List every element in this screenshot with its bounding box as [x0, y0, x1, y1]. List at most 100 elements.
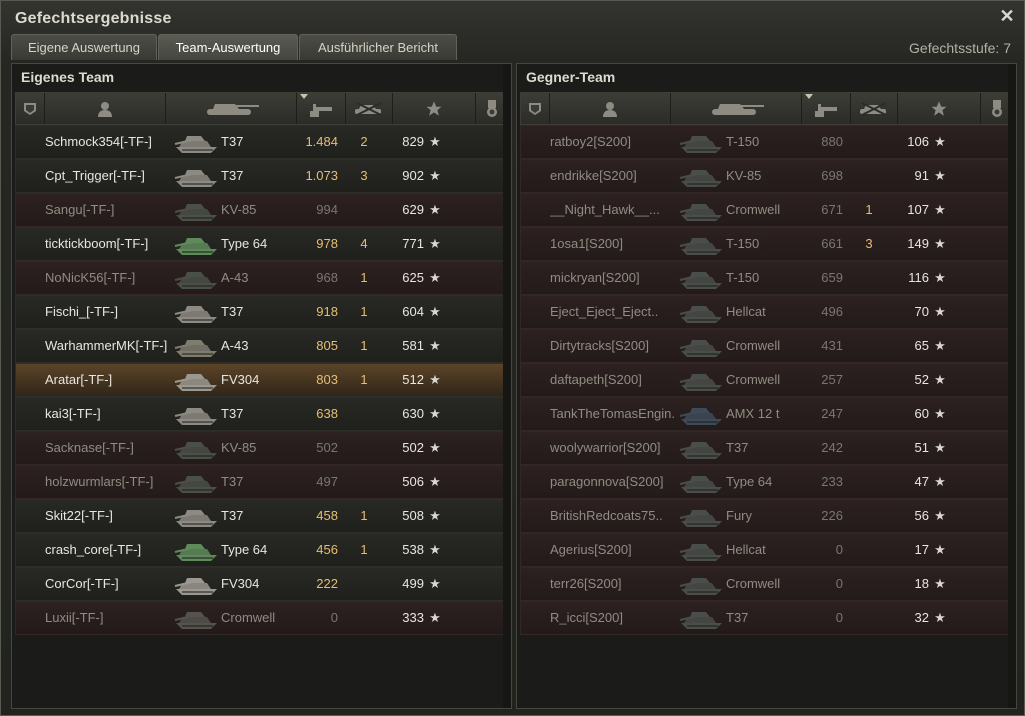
kills-value: 1	[360, 270, 368, 285]
damage-icon	[814, 101, 838, 117]
enemy-player-row[interactable]: endrikke[S200] KV-85 698 91 ★	[520, 159, 1014, 193]
xp-value: 17	[914, 542, 929, 557]
own-player-row[interactable]: Schmock354[-TF-] T37 1.484 2 829 ★	[15, 125, 509, 159]
column-header-player[interactable]	[550, 93, 671, 124]
tank-icon	[678, 264, 726, 292]
damage-value: 257	[821, 372, 843, 387]
tank-icon	[173, 468, 221, 496]
tab-team-auswertung[interactable]: Team-Auswertung	[158, 34, 298, 60]
own-player-row[interactable]: Aratar[-TF-] FV304 803 1 512 ★	[15, 363, 509, 397]
column-header-squad[interactable]	[521, 93, 550, 124]
xp-star-icon: ★	[934, 406, 946, 421]
own-player-row[interactable]: Sangu[-TF-] KV-85 994 629 ★	[15, 193, 509, 227]
player-name: Sacknase[-TF-]	[45, 440, 134, 455]
kills-value	[859, 568, 879, 600]
enemy-player-row[interactable]: R_icci[S200] T37 0 32 ★	[520, 601, 1014, 635]
enemy-player-row[interactable]: paragonnova[S200] Type 64 233 47 ★	[520, 465, 1014, 499]
kills-value: 1	[865, 202, 873, 217]
column-header-xp-star[interactable]	[898, 93, 981, 124]
tank-icon	[678, 570, 726, 598]
player-name: woolywarrior[S200]	[550, 440, 661, 455]
own-team-scrollbar[interactable]	[503, 64, 511, 708]
player-name: R_icci[S200]	[550, 610, 623, 625]
own-player-row[interactable]: Cpt_Trigger[-TF-] T37 1.073 3 902 ★	[15, 159, 509, 193]
squad-icon	[23, 102, 37, 116]
damage-value: 456	[316, 542, 338, 557]
player-name: Skit22[-TF-]	[45, 508, 113, 523]
player-name: ticktickboom[-TF-]	[45, 236, 149, 251]
player-name: paragonnova[S200]	[550, 474, 664, 489]
xp-star-icon: ★	[934, 304, 946, 319]
xp-star-icon	[425, 100, 443, 118]
xp-star-icon: ★	[934, 372, 946, 387]
column-header-squad[interactable]	[16, 93, 45, 124]
tank-icon	[678, 162, 726, 190]
own-player-row[interactable]: Luxii[-TF-] Cromwell 0 333 ★	[15, 601, 509, 635]
enemy-player-row[interactable]: BritishRedcoats75.. Fury 226 56 ★	[520, 499, 1014, 533]
own-player-row[interactable]: CorCor[-TF-] FV304 222 499 ★	[15, 567, 509, 601]
enemy-player-row[interactable]: daftapeth[S200] Cromwell 257 52 ★	[520, 363, 1014, 397]
tab-ausfuehrlicher-bericht[interactable]: Ausführlicher Bericht	[299, 34, 457, 60]
own-player-row[interactable]: NoNicK56[-TF-] A-43 968 1 625 ★	[15, 261, 509, 295]
enemy-player-row[interactable]: terr26[S200] Cromwell 0 18 ★	[520, 567, 1014, 601]
own-player-row[interactable]: ticktickboom[-TF-] Type 64 978 4 771 ★	[15, 227, 509, 261]
damage-value: 222	[316, 576, 338, 591]
player-name: Dirtytracks[S200]	[550, 338, 649, 353]
tank-icon	[678, 332, 726, 360]
column-header-kills[interactable]	[851, 93, 898, 124]
own-player-row[interactable]: kai3[-TF-] T37 638 630 ★	[15, 397, 509, 431]
tank-icon	[173, 332, 221, 360]
kills-icon	[353, 101, 385, 117]
own-player-row[interactable]: Fischi_[-TF-] T37 918 1 604 ★	[15, 295, 509, 329]
damage-value: 497	[316, 474, 338, 489]
own-player-row[interactable]: Sacknase[-TF-] KV-85 502 502 ★	[15, 431, 509, 465]
tank-icon	[678, 196, 726, 224]
damage-value: 659	[821, 270, 843, 285]
enemy-player-row[interactable]: __Night_Hawk__... Cromwell 671 1 107 ★	[520, 193, 1014, 227]
tank-icon	[678, 366, 726, 394]
damage-value: 638	[316, 406, 338, 421]
own-player-row[interactable]: crash_core[-TF-] Type 64 456 1 538 ★	[15, 533, 509, 567]
xp-value: 604	[402, 304, 424, 319]
kills-value: 2	[360, 134, 368, 149]
xp-star-icon: ★	[429, 508, 441, 523]
column-header-player[interactable]	[45, 93, 166, 124]
kills-value	[859, 160, 879, 192]
column-header-tank[interactable]	[166, 93, 297, 124]
enemy-team-scrollbar[interactable]	[1008, 64, 1016, 708]
enemy-player-row[interactable]: woolywarrior[S200] T37 242 51 ★	[520, 431, 1014, 465]
enemy-player-row[interactable]: ratboy2[S200] T-150 880 106 ★	[520, 125, 1014, 159]
kills-icon	[858, 101, 890, 117]
xp-value: 538	[402, 542, 424, 557]
enemy-player-row[interactable]: 1osa1[S200] T-150 661 3 149 ★	[520, 227, 1014, 261]
own-player-row[interactable]: WarhammerMK[-TF-] A-43 805 1 581 ★	[15, 329, 509, 363]
xp-star-icon: ★	[934, 168, 946, 183]
column-header-damage[interactable]	[297, 93, 346, 124]
kills-value	[859, 364, 879, 396]
enemy-player-row[interactable]: Agerius[S200] Hellcat 0 17 ★	[520, 533, 1014, 567]
kills-value: 1	[360, 304, 368, 319]
damage-value: 671	[821, 202, 843, 217]
xp-star-icon: ★	[429, 236, 441, 251]
kills-value: 3	[360, 168, 368, 183]
kills-value	[859, 500, 879, 532]
medal-icon	[991, 99, 1003, 118]
own-player-row[interactable]: holzwurmlars[-TF-] T37 497 506 ★	[15, 465, 509, 499]
enemy-player-row[interactable]: Dirtytracks[S200] Cromwell 431 65 ★	[520, 329, 1014, 363]
xp-star-icon: ★	[934, 202, 946, 217]
own-player-row[interactable]: Skit22[-TF-] T37 458 1 508 ★	[15, 499, 509, 533]
enemy-player-row[interactable]: mickryan[S200] T-150 659 116 ★	[520, 261, 1014, 295]
kills-value	[859, 602, 879, 634]
xp-star-icon: ★	[429, 168, 441, 183]
battle-results-window: Gefechtsergebnisse ✕ Eigene Auswertung T…	[0, 0, 1025, 716]
enemy-player-row[interactable]: TankTheTomasEngin.. AMX 12 t 247 60 ★	[520, 397, 1014, 431]
xp-value: 149	[907, 236, 929, 251]
column-header-xp-star[interactable]	[393, 93, 476, 124]
tank-icon	[173, 196, 221, 224]
column-header-kills[interactable]	[346, 93, 393, 124]
close-icon[interactable]: ✕	[998, 7, 1016, 25]
column-header-damage[interactable]	[802, 93, 851, 124]
tab-eigene-auswertung[interactable]: Eigene Auswertung	[11, 34, 157, 60]
column-header-tank[interactable]	[671, 93, 802, 124]
enemy-player-row[interactable]: Eject_Eject_Eject.. Hellcat 496 70 ★	[520, 295, 1014, 329]
